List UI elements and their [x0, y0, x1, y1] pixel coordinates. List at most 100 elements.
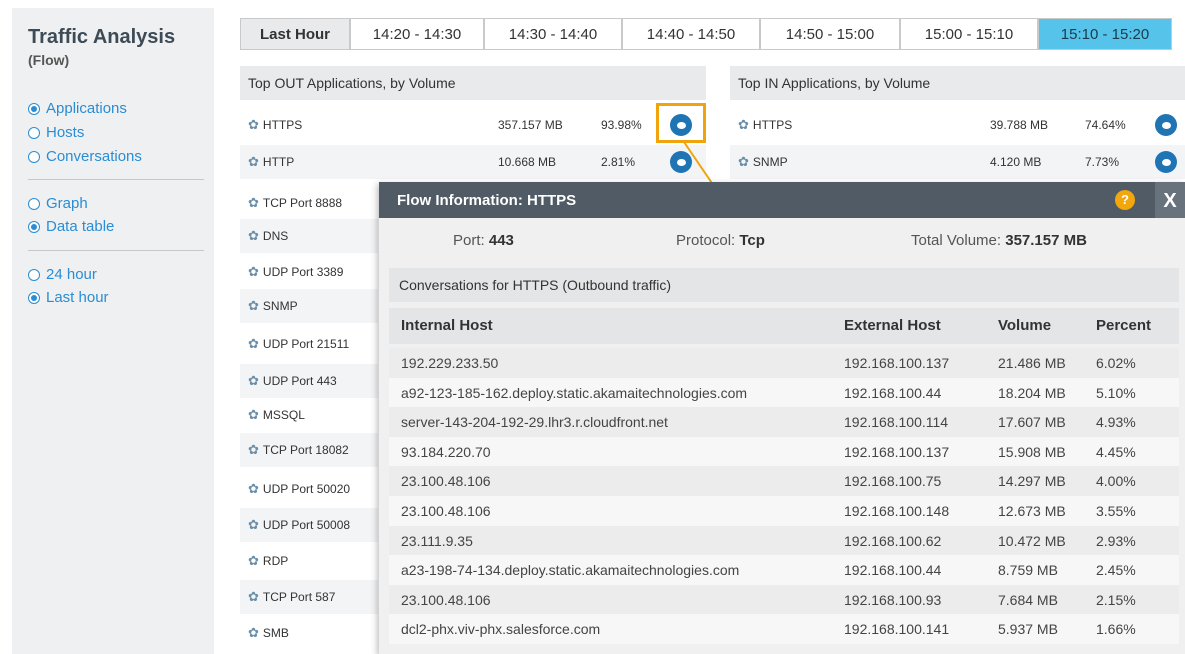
radio-last-hour[interactable]: Last hour [28, 289, 109, 307]
radio-dot[interactable] [28, 103, 40, 115]
app-volume: 39.788 MB [990, 118, 1049, 132]
help-icon[interactable]: ? [1115, 190, 1135, 210]
divider [28, 250, 204, 251]
tab-1450[interactable]: 14:50 - 15:00 [760, 18, 900, 50]
tab-1430[interactable]: 14:30 - 14:40 [484, 18, 622, 50]
app-name[interactable]: TCP Port 587 [263, 590, 335, 604]
out-table-row: ✿ SMB [240, 616, 378, 650]
app-percent: 74.64% [1085, 118, 1126, 132]
conversation-icon[interactable] [1155, 114, 1177, 136]
percent-cell: 4.93% [1096, 414, 1136, 431]
tab-1420[interactable]: 14:20 - 14:30 [350, 18, 484, 50]
tab-last-hour[interactable]: Last Hour [240, 18, 350, 50]
tab-1500[interactable]: 15:00 - 15:10 [900, 18, 1038, 50]
app-name[interactable]: RDP [263, 554, 288, 568]
external-host-cell: 192.168.100.148 [844, 503, 950, 519]
conversation-icon[interactable] [1155, 151, 1177, 173]
radio-label[interactable]: Conversations [46, 148, 142, 166]
app-percent: 7.73% [1085, 155, 1120, 169]
radio-graph[interactable]: Graph [28, 195, 88, 213]
radio-hosts[interactable]: Hosts [28, 124, 84, 142]
divider [28, 179, 204, 180]
out-table-row: ✿ HTTP 10.668 MB 2.81% [240, 145, 706, 179]
total-volume-info: Total Volume: 357.157 MB [911, 232, 1087, 249]
radio-label[interactable]: Hosts [46, 124, 84, 142]
app-name[interactable]: UDP Port 21511 [263, 337, 349, 351]
close-button[interactable]: X [1155, 182, 1185, 218]
tab-1440[interactable]: 14:40 - 14:50 [622, 18, 760, 50]
app-name[interactable]: SNMP [753, 155, 788, 169]
column-percent[interactable]: Percent [1096, 308, 1151, 344]
in-table-header: Top IN Applications, by Volume [730, 66, 1185, 100]
app-name[interactable]: UDP Port 443 [263, 374, 337, 388]
radio-dot[interactable] [28, 198, 40, 210]
app-name[interactable]: MSSQL [263, 408, 305, 422]
app-name[interactable]: UDP Port 50008 [263, 518, 350, 532]
radio-dot[interactable] [28, 151, 40, 163]
radio-dot[interactable] [28, 269, 40, 281]
radio-dot[interactable] [28, 127, 40, 139]
percent-cell: 6.02% [1096, 355, 1136, 371]
radio-label[interactable]: Graph [46, 195, 88, 213]
conversation-table-header: Internal Host External Host Volume Perce… [389, 308, 1179, 344]
conversation-row[interactable]: 23.100.48.106 192.168.100.75 14.297 MB 4.00… [389, 466, 1179, 497]
protocol-value: Tcp [739, 232, 765, 249]
total-label: Total Volume: [911, 232, 1002, 249]
volume-cell: 21.486 MB [998, 355, 1066, 371]
radio-label[interactable]: Last hour [46, 289, 109, 307]
radio-dot[interactable] [28, 221, 40, 233]
app-name[interactable]: SNMP [263, 299, 298, 313]
internal-host-cell: a92-123-185-162.deploy.static.akamaitech… [401, 384, 748, 401]
external-host-cell: 192.168.100.137 [844, 443, 950, 460]
highlight-box [656, 103, 706, 143]
gear-icon: ✿ [248, 517, 259, 532]
external-host-cell: 192.168.100.75 [844, 473, 942, 490]
radio-label[interactable]: Data table [46, 218, 114, 236]
out-table-row: ✿ UDP Port 50020 [240, 472, 378, 506]
volume-cell: 15.908 MB [998, 443, 1066, 460]
internal-host-cell: 23.100.48.106 [401, 591, 491, 608]
app-name[interactable]: SMB [263, 626, 289, 640]
conversation-row[interactable]: a23-198-74-134.deploy.static.akamaitechn… [389, 555, 1179, 586]
out-table-row: ✿ MSSQL [240, 398, 378, 432]
internal-host-cell: 23.100.48.106 [401, 473, 491, 490]
radio-label[interactable]: 24 hour [46, 266, 97, 284]
out-table-row: ✿ HTTPS 357.157 MB 93.98% [240, 108, 706, 142]
conversation-row[interactable]: server-143-204-192-29.lhr3.r.cloudfront.… [389, 407, 1179, 438]
app-name[interactable]: HTTP [263, 155, 294, 169]
gear-icon: ✿ [248, 481, 259, 496]
radio-24-hour[interactable]: 24 hour [28, 266, 97, 284]
gear-icon: ✿ [738, 117, 749, 132]
app-name[interactable]: TCP Port 8888 [263, 196, 342, 210]
tab-1510[interactable]: 15:10 - 15:20 [1038, 18, 1172, 50]
conversation-row[interactable]: dcl2-phx.viv-phx.salesforce.com 192.168.1… [389, 614, 1179, 645]
radio-conversations[interactable]: Conversations [28, 148, 142, 166]
column-volume[interactable]: Volume [998, 308, 1051, 344]
internal-host-cell: 192.229.233.50 [401, 355, 499, 371]
conversation-row[interactable]: 23.100.48.106 192.168.100.93 7.684 MB 2.15% [389, 584, 1179, 615]
app-name[interactable]: UDP Port 3389 [263, 265, 344, 279]
radio-applications[interactable]: Applications [28, 100, 127, 118]
app-name[interactable]: UDP Port 50020 [263, 482, 350, 496]
column-internal-host[interactable]: Internal Host [401, 308, 493, 344]
conversation-row[interactable]: a92-123-185-162.deploy.static.akamaitech… [389, 377, 1179, 408]
conversation-row[interactable]: 23.100.48.106 192.168.100.148 12.673 MB 3.5… [389, 496, 1179, 526]
internal-host-cell: 93.184.220.70 [401, 443, 491, 460]
conversation-row[interactable]: 23.111.9.35 192.168.100.62 10.472 MB 2.93% [389, 525, 1179, 556]
radio-dot[interactable] [28, 292, 40, 304]
conversation-row[interactable]: 93.184.220.70 192.168.100.137 15.908 MB 4.4… [389, 436, 1179, 467]
app-name[interactable]: HTTPS [263, 118, 302, 132]
radio-data-table[interactable]: Data table [28, 218, 114, 236]
radio-label[interactable]: Applications [46, 100, 127, 118]
app-name[interactable]: HTTPS [753, 118, 792, 132]
sidebar: Traffic Analysis (Flow) Applications Hos… [12, 8, 214, 654]
app-name[interactable]: TCP Port 18082 [263, 443, 349, 457]
column-external-host[interactable]: External Host [844, 308, 941, 344]
gear-icon: ✿ [248, 336, 259, 351]
gear-icon: ✿ [738, 154, 749, 169]
app-name[interactable]: DNS [263, 229, 288, 243]
out-table-row: ✿ UDP Port 443 [240, 364, 378, 398]
out-table-row: ✿ TCP Port 8888 [240, 186, 378, 220]
volume-cell: 5.937 MB [998, 621, 1058, 638]
conversation-row[interactable]: 192.229.233.50 192.168.100.137 21.486 MB 6.… [389, 348, 1179, 378]
